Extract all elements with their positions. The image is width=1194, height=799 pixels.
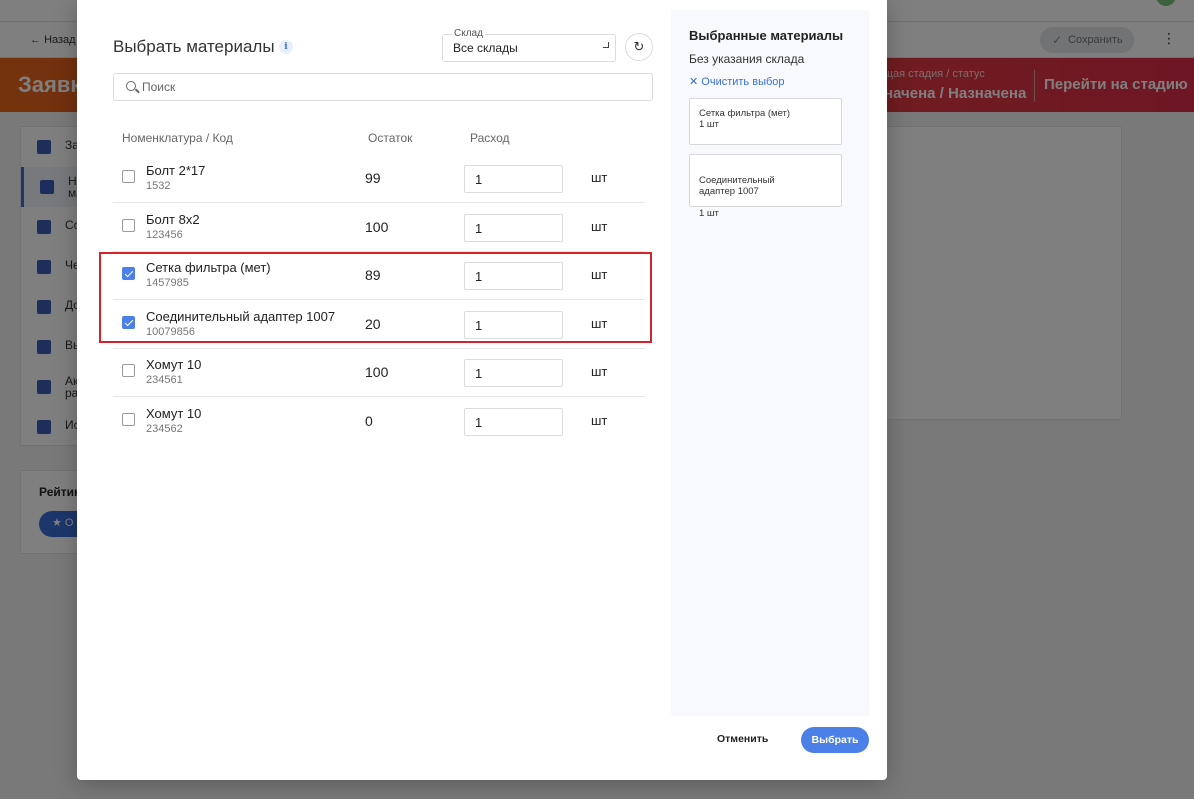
stock-value: 0 (365, 413, 373, 429)
usage-input[interactable] (475, 365, 555, 381)
usage-field[interactable] (464, 359, 563, 387)
material-code: 123456 (146, 229, 183, 241)
usage-field[interactable] (464, 214, 563, 242)
dropdown-arrow-icon (603, 42, 609, 48)
material-code: 234562 (146, 423, 183, 435)
search-icon (126, 81, 136, 91)
warehouse-label: Склад (452, 28, 485, 39)
row-checkbox[interactable] (122, 316, 135, 329)
selected-item-qty: 1 шт (699, 119, 719, 130)
stock-value: 100 (365, 364, 389, 380)
warehouse-select[interactable]: Склад Все склады (442, 28, 616, 62)
clear-selection-button[interactable]: ✕ Очистить выбор (689, 75, 785, 88)
material-code: 1532 (146, 180, 171, 192)
table-row[interactable]: Хомут 10 234562 0 шт (113, 397, 645, 446)
unit-label: шт (591, 267, 608, 282)
selected-item-qty: 1 шт (699, 208, 719, 219)
info-icon[interactable]: i (279, 40, 293, 54)
column-header-stock: Остаток (368, 131, 413, 145)
material-code: 10079856 (146, 326, 195, 338)
usage-input[interactable] (475, 414, 555, 430)
row-checkbox[interactable] (122, 267, 135, 280)
usage-field[interactable] (464, 408, 563, 436)
material-name: Хомут 10 (146, 406, 202, 421)
material-name: Болт 2*17 (146, 163, 206, 178)
selected-materials-panel: Выбранные материалы Без указания склада … (671, 10, 869, 716)
unit-label: шт (591, 219, 608, 234)
table-row[interactable]: Соединительный адаптер 1007 10079856 20 шт (113, 300, 645, 349)
stock-value: 100 (365, 219, 389, 235)
material-name: Сетка фильтра (мет) (146, 260, 271, 275)
row-checkbox[interactable] (122, 364, 135, 377)
refresh-icon: ↻ (633, 39, 645, 54)
usage-input[interactable] (475, 268, 555, 284)
search-input[interactable] (142, 78, 642, 96)
row-checkbox[interactable] (122, 219, 135, 232)
table-row[interactable]: Хомут 10 234561 100 шт (113, 348, 645, 397)
usage-input[interactable] (475, 220, 555, 236)
usage-field[interactable] (464, 165, 563, 193)
column-header-name: Номенклатура / Код (122, 131, 233, 145)
material-name: Болт 8х2 (146, 212, 200, 227)
modal-title: Выбрать материалы (113, 37, 275, 56)
table-row[interactable]: Сетка фильтра (мет) 1457985 89 шт (113, 251, 645, 300)
select-materials-modal: Выбрать материалы i Склад Все склады ↻ Н… (77, 0, 887, 780)
selected-subtitle: Без указания склада (689, 52, 805, 66)
material-code: 234561 (146, 374, 183, 386)
column-header-usage: Расход (470, 131, 510, 145)
material-name: Хомут 10 (146, 357, 202, 372)
warehouse-value: Все склады (453, 41, 518, 55)
selected-item-name: Соединительный адаптер 1007 (699, 175, 775, 197)
usage-input[interactable] (475, 317, 555, 333)
usage-field[interactable] (464, 262, 563, 290)
stock-value: 20 (365, 316, 381, 332)
stock-value: 99 (365, 170, 381, 186)
row-checkbox[interactable] (122, 170, 135, 183)
selected-item-name: Сетка фильтра (мет) (699, 108, 791, 119)
unit-label: шт (591, 316, 608, 331)
close-icon: ✕ (689, 76, 699, 88)
clear-selection-label: Очистить выбор (701, 76, 785, 88)
selected-title: Выбранные материалы (689, 28, 844, 43)
row-checkbox[interactable] (122, 413, 135, 426)
usage-input[interactable] (475, 171, 555, 187)
stock-value: 89 (365, 267, 381, 283)
refresh-button[interactable]: ↻ (625, 33, 653, 61)
cancel-button[interactable]: Отменить (717, 733, 768, 745)
usage-field[interactable] (464, 311, 563, 339)
unit-label: шт (591, 364, 608, 379)
material-code: 1457985 (146, 277, 189, 289)
unit-label: шт (591, 413, 608, 428)
material-name: Соединительный адаптер 1007 (146, 309, 336, 324)
search-box[interactable] (113, 73, 653, 101)
selected-item-card[interactable]: Сетка фильтра (мет) 1 шт (689, 98, 842, 145)
table-row[interactable]: Болт 2*17 1532 99 шт (113, 154, 645, 203)
selected-item-card[interactable]: Соединительный адаптер 1007 1 шт (689, 154, 842, 219)
select-button[interactable]: Выбрать (801, 727, 869, 753)
table-row[interactable]: Болт 8х2 123456 100 шт (113, 203, 645, 252)
unit-label: шт (591, 170, 608, 185)
